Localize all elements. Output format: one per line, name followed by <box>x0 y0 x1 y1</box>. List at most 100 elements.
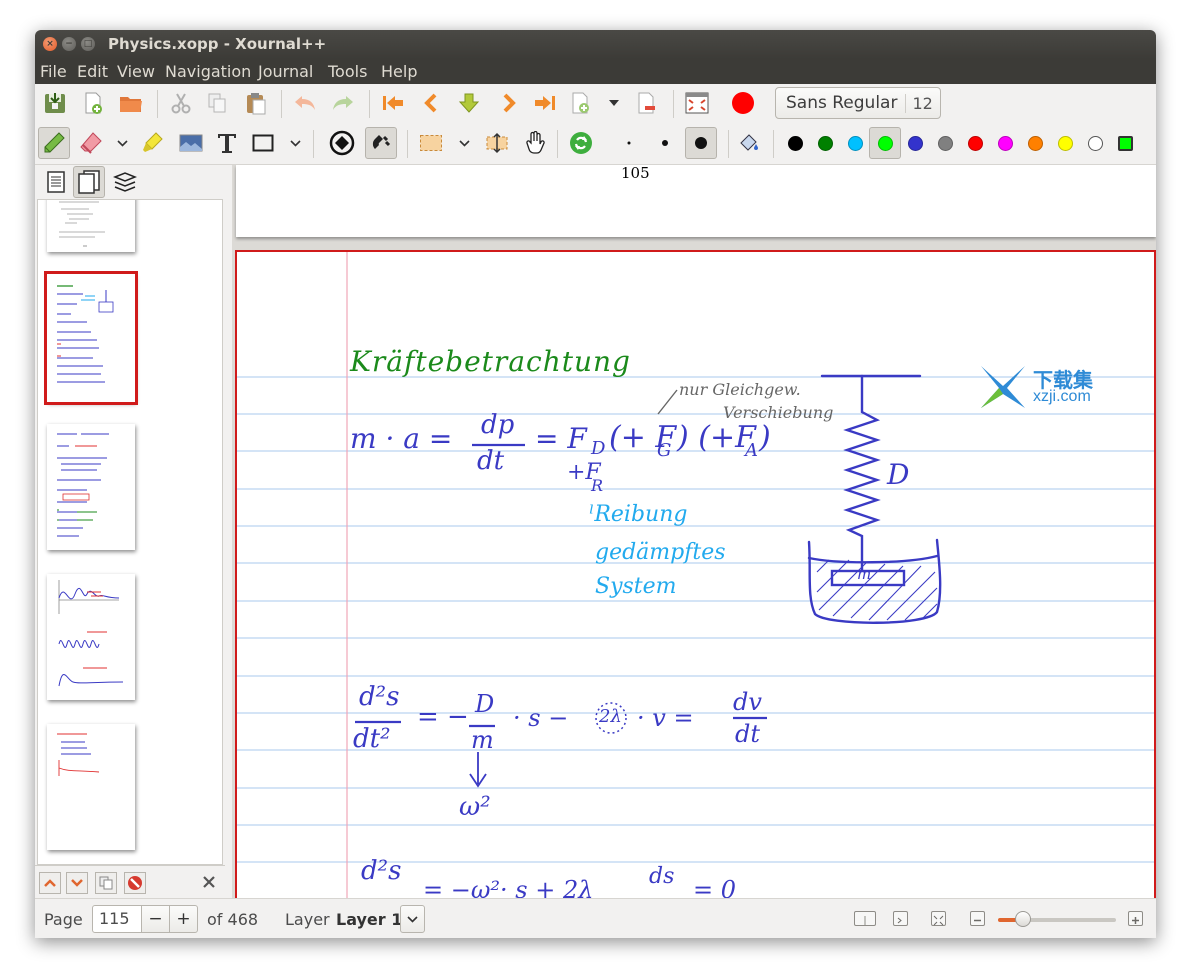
menu-edit[interactable]: Edit <box>77 62 108 81</box>
color-swatch-button[interactable] <box>899 127 931 159</box>
cut-button[interactable] <box>165 87 197 119</box>
color-swatch-button[interactable] <box>1019 127 1051 159</box>
insert-page-dropdown[interactable] <box>607 87 621 119</box>
ruler-snap-button[interactable] <box>365 127 397 159</box>
mass-label-m: m <box>857 565 872 583</box>
move-page-down-button[interactable] <box>66 872 88 894</box>
record-audio-button[interactable] <box>727 87 759 119</box>
chevron-right-icon <box>503 93 516 113</box>
save-icon <box>45 93 65 113</box>
color-swatch-button[interactable] <box>779 127 811 159</box>
new-document-button[interactable] <box>77 87 109 119</box>
copy-page-button[interactable] <box>95 872 117 894</box>
refresh-button[interactable] <box>565 127 597 159</box>
page-thumbnail[interactable] <box>47 574 135 700</box>
size-thick-button[interactable] <box>685 127 717 159</box>
size-fine-button[interactable] <box>613 127 645 159</box>
eq1-sub-g: G <box>657 440 672 461</box>
undo-button[interactable] <box>289 87 321 119</box>
note-pointer <box>657 389 678 415</box>
close-sidebar-button[interactable] <box>200 873 218 891</box>
shape-dropdown[interactable] <box>288 127 302 159</box>
tab-document-pages[interactable] <box>73 166 105 198</box>
page-thumbnail[interactable] <box>47 200 135 252</box>
menu-help[interactable]: Help <box>381 62 417 81</box>
last-page-button[interactable] <box>529 87 561 119</box>
image-tool[interactable] <box>175 127 207 159</box>
eraser-tool[interactable] <box>75 127 107 159</box>
highlighter-tool[interactable] <box>137 127 169 159</box>
current-page[interactable]: Kräftebetrachtung m · a = dp dt = F D (+… <box>235 250 1156 898</box>
pen-tool[interactable] <box>38 127 70 159</box>
tab-layers[interactable] <box>109 166 141 198</box>
fraction-bars <box>355 443 767 728</box>
page-thumbnail[interactable] <box>47 724 135 850</box>
color-swatch-button[interactable] <box>959 127 991 159</box>
close-window-button[interactable]: × <box>43 37 57 51</box>
shape-recognizer-button[interactable] <box>326 127 358 159</box>
page-decrement-button[interactable]: − <box>141 905 170 933</box>
tab-page-preview[interactable] <box>40 166 72 198</box>
copy-button[interactable] <box>201 87 233 119</box>
eraser-dropdown[interactable] <box>115 127 129 159</box>
text-tool[interactable] <box>211 127 243 159</box>
paste-icon <box>247 93 266 115</box>
size-medium-button[interactable] <box>649 127 681 159</box>
menu-view[interactable]: View <box>117 62 155 81</box>
shape-recognizer-icon <box>329 130 355 156</box>
goto-page-button[interactable] <box>453 87 485 119</box>
zoom-fit-page-button[interactable] <box>931 911 946 926</box>
note-reibung-text: Reibung <box>594 502 688 527</box>
delete-page-sidebar-button[interactable] <box>124 872 146 894</box>
first-page-button[interactable] <box>377 87 409 119</box>
insert-page-button[interactable] <box>565 87 597 119</box>
menu-tools[interactable]: Tools <box>328 62 367 81</box>
arrow-to-omega <box>469 752 487 788</box>
document-canvas[interactable]: 105 Kräftebetrachtung m · a = dp dt = F … <box>232 165 1156 898</box>
font-select-button[interactable]: Sans Regular 12 <box>775 87 941 119</box>
delete-page-button[interactable] <box>631 87 663 119</box>
color-swatch-button[interactable] <box>869 127 901 159</box>
minimize-window-button[interactable]: − <box>62 37 76 51</box>
fill-button[interactable] <box>733 127 765 159</box>
ruled-lines <box>237 376 1154 863</box>
hand-tool[interactable] <box>519 127 551 159</box>
color-swatch-button[interactable] <box>989 127 1021 159</box>
page-thumbnails[interactable] <box>37 199 223 865</box>
shape-tool[interactable] <box>247 127 279 159</box>
menu-file[interactable]: File <box>40 62 67 81</box>
scissors-icon <box>171 93 191 114</box>
redo-button[interactable] <box>327 87 359 119</box>
color-swatch-button[interactable] <box>1079 127 1111 159</box>
page-number-input[interactable]: 115 <box>92 905 142 933</box>
chevron-down-icon <box>289 139 301 147</box>
page-thumbnail[interactable] <box>44 271 138 405</box>
color-swatch-button[interactable] <box>839 127 871 159</box>
color-swatch-button[interactable] <box>809 127 841 159</box>
color-swatch-button[interactable] <box>1049 127 1081 159</box>
zoom-fit-width-button[interactable] <box>893 911 908 926</box>
vertical-space-tool[interactable] <box>481 127 513 159</box>
zoom-in-button[interactable] <box>1128 911 1143 926</box>
zoom-out-button[interactable] <box>970 911 985 926</box>
layer-dropdown[interactable] <box>400 905 425 933</box>
maximize-window-button[interactable]: □ <box>81 37 95 51</box>
menu-journal[interactable]: Journal <box>258 62 313 81</box>
select-dropdown[interactable] <box>457 127 471 159</box>
two-page-view-button[interactable] <box>854 911 876 926</box>
page-increment-button[interactable]: + <box>169 905 198 933</box>
zoom-slider-knob[interactable] <box>1015 911 1031 927</box>
menu-navigation[interactable]: Navigation <box>165 62 251 81</box>
move-page-up-button[interactable] <box>39 872 61 894</box>
paste-button[interactable] <box>240 87 272 119</box>
page-thumbnail[interactable] <box>47 424 135 550</box>
previous-page-button[interactable] <box>415 87 447 119</box>
color-swatch-button[interactable] <box>929 127 961 159</box>
save-button[interactable] <box>39 87 71 119</box>
select-rectangle-tool[interactable] <box>415 127 447 159</box>
color-swatch-button[interactable] <box>1109 127 1141 159</box>
next-page-button[interactable] <box>493 87 525 119</box>
color-swatch <box>1057 135 1073 151</box>
open-button[interactable] <box>115 87 147 119</box>
fullscreen-button[interactable] <box>681 87 713 119</box>
